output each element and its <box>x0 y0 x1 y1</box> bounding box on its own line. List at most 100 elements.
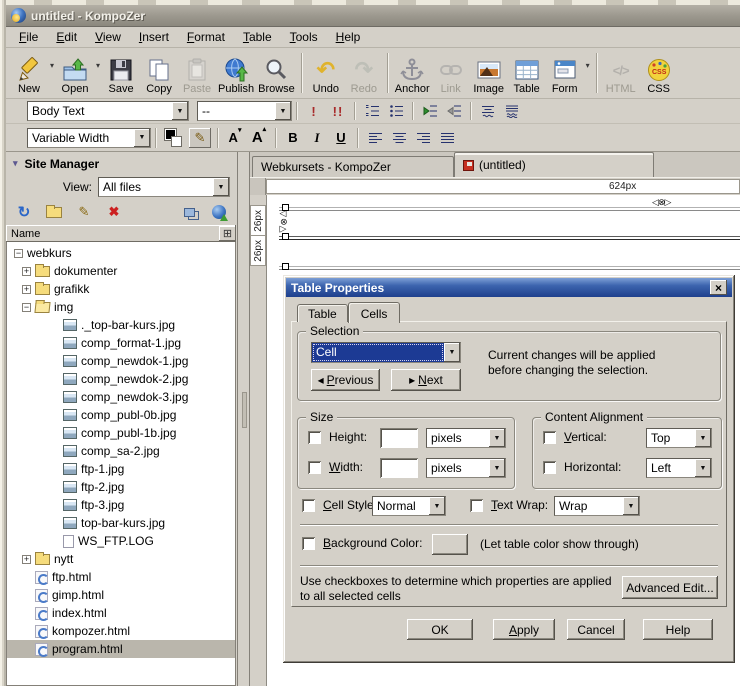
cancel-button[interactable]: Cancel <box>567 619 625 640</box>
text-color-picker[interactable] <box>163 128 185 148</box>
tab-webkursets[interactable]: Webkursets - KompoZer <box>252 156 454 177</box>
tree-item-image-file[interactable]: ._top-bar-kurs.jpg <box>7 316 235 334</box>
menu-help[interactable]: Help <box>327 28 370 46</box>
bullet-list-button[interactable] <box>385 101 407 121</box>
highlight-pen-button[interactable]: ✎ <box>189 128 211 148</box>
table-resize-handle[interactable] <box>282 233 289 240</box>
underline-button[interactable]: U <box>330 128 352 148</box>
apply-button[interactable]: Apply <box>493 619 555 640</box>
tree-item-image-file[interactable]: comp_publ-0b.jpg <box>7 406 235 424</box>
text-wrap-checkbox[interactable] <box>470 499 483 512</box>
column-picker-button[interactable]: ⊞ <box>219 226 236 241</box>
strong-emphasis-button[interactable]: !! <box>327 101 349 121</box>
table-resize-handle[interactable] <box>282 263 289 270</box>
outdent-button[interactable] <box>443 101 465 121</box>
title-bar[interactable]: untitled - KompoZer <box>6 5 740 27</box>
horizontal-align-select[interactable]: Left ▼ <box>646 458 712 478</box>
tab-cells[interactable]: Cells <box>348 302 401 323</box>
menu-format[interactable]: Format <box>178 28 234 46</box>
menu-tools[interactable]: Tools <box>281 28 327 46</box>
background-color-checkbox[interactable] <box>302 537 315 550</box>
class-select[interactable]: -- ▼ <box>197 101 292 121</box>
publish-button[interactable]: Publish <box>216 49 256 96</box>
tree-item-html-file-selected[interactable]: program.html <box>7 640 235 658</box>
tree-item-image-file[interactable]: comp_publ-1b.jpg <box>7 424 235 442</box>
open-dropdown-arrow[interactable]: ▾ <box>94 61 102 70</box>
advanced-edit-button[interactable]: Advanced Edit... <box>622 576 718 599</box>
tree-item-image-file[interactable]: top-bar-kurs.jpg <box>7 514 235 532</box>
row-height-cell[interactable]: 26px <box>250 205 266 236</box>
save-button[interactable]: Save <box>102 49 140 96</box>
tree-item-image-file[interactable]: ftp-1.jpg <box>7 460 235 478</box>
expander-plus-icon[interactable]: + <box>22 267 31 276</box>
align-right-button[interactable] <box>412 128 434 148</box>
css-button[interactable]: CSS CSS <box>640 49 678 96</box>
form-dropdown-arrow[interactable]: ▾ <box>584 61 592 70</box>
dialog-title-bar[interactable]: Table Properties × <box>286 278 732 297</box>
menu-view[interactable]: View <box>86 28 130 46</box>
height-unit-select[interactable]: pixels ▼ <box>426 428 506 448</box>
refresh-button[interactable]: ↻ <box>14 203 34 221</box>
menu-edit[interactable]: Edit <box>47 28 86 46</box>
height-input[interactable] <box>380 428 418 448</box>
vertical-align-select[interactable]: Top ▼ <box>646 428 712 448</box>
new-dropdown-arrow[interactable]: ▾ <box>48 61 56 70</box>
align-left-button[interactable] <box>364 128 386 148</box>
numbered-list-button[interactable] <box>361 101 383 121</box>
cell-style-checkbox[interactable] <box>302 499 315 512</box>
tree-item-grafikk[interactable]: + grafikk <box>7 280 235 298</box>
tree-item-image-file[interactable]: comp_format-1.jpg <box>7 334 235 352</box>
tree-item-log-file[interactable]: WS_FTP.LOG <box>7 532 235 550</box>
tree-item-webkurs[interactable]: − webkurs <box>7 244 235 262</box>
tree-item-image-file[interactable]: ftp-2.jpg <box>7 478 235 496</box>
delete-button[interactable]: ✖ <box>104 203 124 221</box>
dropdown-button[interactable]: ▼ <box>489 429 505 447</box>
paste-button[interactable]: Paste <box>178 49 216 96</box>
tree-item-img[interactable]: − img <box>7 298 235 316</box>
expander-plus-icon[interactable]: + <box>22 555 31 564</box>
cell-style-select[interactable]: Normal ▼ <box>372 496 446 516</box>
align-center-button[interactable] <box>388 128 410 148</box>
dropdown-button[interactable]: ▼ <box>444 343 460 362</box>
expander-minus-icon[interactable]: − <box>14 249 23 258</box>
new-folder-button[interactable] <box>44 203 64 221</box>
browse-button[interactable]: Browse <box>256 49 297 96</box>
menu-file[interactable]: File <box>10 28 47 46</box>
dropdown-button[interactable]: ▼ <box>695 429 711 447</box>
tree-item-html-file[interactable]: ftp.html <box>7 568 235 586</box>
background-color-button[interactable] <box>432 534 468 555</box>
dropdown-button[interactable]: ▼ <box>429 497 445 515</box>
sidebar-splitter[interactable] <box>237 152 250 686</box>
link-button[interactable]: Link <box>432 49 470 96</box>
expander-plus-icon[interactable]: + <box>22 285 31 294</box>
open-button[interactable]: Open <box>56 49 94 96</box>
new-button[interactable]: New <box>10 49 48 96</box>
undo-button[interactable]: ↶ Undo <box>307 49 345 96</box>
table-button[interactable]: Table <box>508 49 546 96</box>
dropdown-button[interactable]: ▼ <box>489 459 505 477</box>
tab-table[interactable]: Table <box>297 304 348 322</box>
anchor-button[interactable]: Anchor <box>393 49 432 96</box>
width-input[interactable] <box>380 458 418 478</box>
ok-button[interactable]: OK <box>407 619 473 640</box>
tree-item-image-file[interactable]: comp_newdok-2.jpg <box>7 370 235 388</box>
line-spacing-button[interactable] <box>477 101 499 121</box>
dropdown-button[interactable]: ▼ <box>172 102 188 120</box>
tab-untitled-active[interactable]: (untitled) <box>454 152 654 177</box>
tree-item-image-file[interactable]: ftp-3.jpg <box>7 496 235 514</box>
decrease-font-button[interactable]: A▾ <box>224 128 246 148</box>
row-height-marker-icon[interactable]: ◁⊗▷ <box>279 209 289 234</box>
form-button[interactable]: Form <box>546 49 584 96</box>
menu-table[interactable]: Table <box>234 28 281 46</box>
dropdown-button[interactable]: ▼ <box>623 497 639 515</box>
tree-item-image-file[interactable]: comp_newdok-3.jpg <box>7 388 235 406</box>
rename-button[interactable]: ✎ <box>74 203 94 221</box>
tree-item-image-file[interactable]: comp_newdok-1.jpg <box>7 352 235 370</box>
copy-button[interactable]: Copy <box>140 49 178 96</box>
dropdown-button[interactable]: ▼ <box>275 102 291 120</box>
bold-button[interactable]: B <box>282 128 304 148</box>
italic-button[interactable]: I <box>306 128 328 148</box>
increase-font-button[interactable]: A▴ <box>248 128 270 148</box>
view-filter-select[interactable]: All files ▼ <box>98 177 230 197</box>
selection-scope-select[interactable]: Cell ▼ <box>311 342 461 363</box>
